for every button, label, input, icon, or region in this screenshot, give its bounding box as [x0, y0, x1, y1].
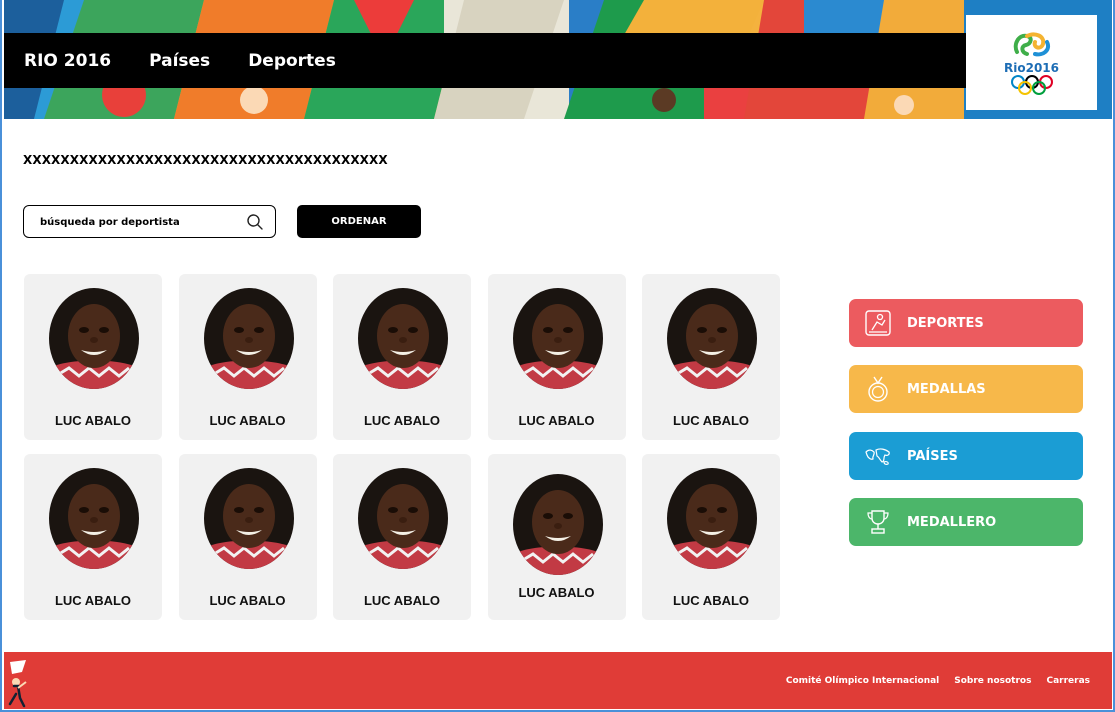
top-navbar: RIO 2016 Países Deportes — [4, 33, 991, 88]
athlete-name: LUC ABALO — [363, 413, 441, 428]
athlete-name: LUC ABALO — [518, 413, 595, 428]
athlete-photo — [667, 288, 757, 389]
world-map-icon — [865, 448, 890, 465]
athlete-name: LUC ABALO — [672, 413, 750, 428]
athlete-card[interactable]: LUC ABALO — [487, 454, 626, 620]
athlete-card[interactable]: LUC ABALO — [178, 274, 317, 440]
athlete-search-input[interactable] — [40, 213, 240, 231]
athlete-photo — [667, 468, 757, 569]
side-button-label: DEPORTES — [907, 315, 984, 331]
athlete-photo — [49, 288, 139, 389]
footer-link-about[interactable]: Sobre nosotros — [954, 676, 1031, 686]
side-button-label: PAÍSES — [907, 448, 958, 464]
trophy-icon — [867, 510, 889, 534]
olympic-rings-icon — [1010, 75, 1053, 95]
side-button-label: MEDALLERO — [907, 514, 997, 530]
side-button-deportes[interactable]: DEPORTES — [849, 299, 1083, 347]
athlete-card[interactable]: LUC ABALO — [642, 274, 780, 440]
nav-rio2016[interactable]: RIO 2016 — [24, 51, 111, 71]
athlete-card[interactable]: LUC ABALO — [178, 454, 317, 620]
athlete-name: LUC ABALO — [363, 593, 441, 608]
athlete-photo — [203, 468, 294, 569]
nav-deportes[interactable]: Deportes — [248, 51, 336, 71]
rio-emblem-icon — [1013, 32, 1050, 57]
athlete-photo — [49, 468, 139, 569]
medal-icon — [868, 376, 888, 402]
athlete-photo — [203, 288, 294, 389]
side-button-paises[interactable]: PAÍSES — [849, 432, 1083, 480]
athlete-name: LUC ABALO — [209, 593, 286, 608]
athlete-photo — [512, 288, 603, 389]
athlete-name: LUC ABALO — [518, 585, 595, 600]
side-button-label: MEDALLAS — [907, 381, 986, 397]
page-title: XXXXXXXXXXXXXXXXXXXXXXXXXXXXXXXXXXXXXXX — [23, 153, 388, 167]
athlete-name: LUC ABALO — [54, 413, 132, 428]
nav-paises[interactable]: Países — [149, 51, 210, 71]
footer-link-careers[interactable]: Carreras — [1046, 676, 1090, 686]
athlete-card[interactable]: LUC ABALO — [333, 454, 471, 620]
athlete-name: LUC ABALO — [672, 593, 750, 608]
search-box — [23, 205, 276, 238]
logo-text: Rio2016 — [1004, 61, 1059, 75]
footer-link-coi[interactable]: Comité Olímpico Internacional — [786, 676, 939, 686]
athlete-photo — [512, 474, 603, 575]
athlete-name: LUC ABALO — [54, 593, 132, 608]
athlete-card[interactable]: LUC ABALO — [333, 274, 471, 440]
athlete-photo — [358, 288, 448, 389]
torch-runner-icon — [8, 660, 27, 708]
athlete-card[interactable]: LUC ABALO — [24, 274, 162, 440]
athlete-card[interactable]: LUC ABALO — [642, 454, 780, 620]
side-button-medallero[interactable]: MEDALLERO — [849, 498, 1083, 546]
athlete-card[interactable]: LUC ABALO — [487, 274, 626, 440]
athlete-grid: LUC ABALO LUC ABALO LUC ABALO LUC ABALO LUC … — [24, 274, 784, 620]
order-button[interactable]: ORDENAR — [297, 205, 421, 238]
athlete-photo — [358, 468, 448, 569]
rio2016-logo[interactable]: Rio2016 — [966, 15, 1097, 110]
footer: Comité Olímpico Internacional Sobre noso… — [4, 652, 1112, 709]
athlete-card[interactable]: LUC ABALO — [24, 454, 162, 620]
athlete-name: LUC ABALO — [209, 413, 286, 428]
search-icon[interactable] — [246, 213, 264, 231]
sports-icon — [865, 310, 891, 336]
side-button-medallas[interactable]: MEDALLAS — [849, 365, 1083, 413]
